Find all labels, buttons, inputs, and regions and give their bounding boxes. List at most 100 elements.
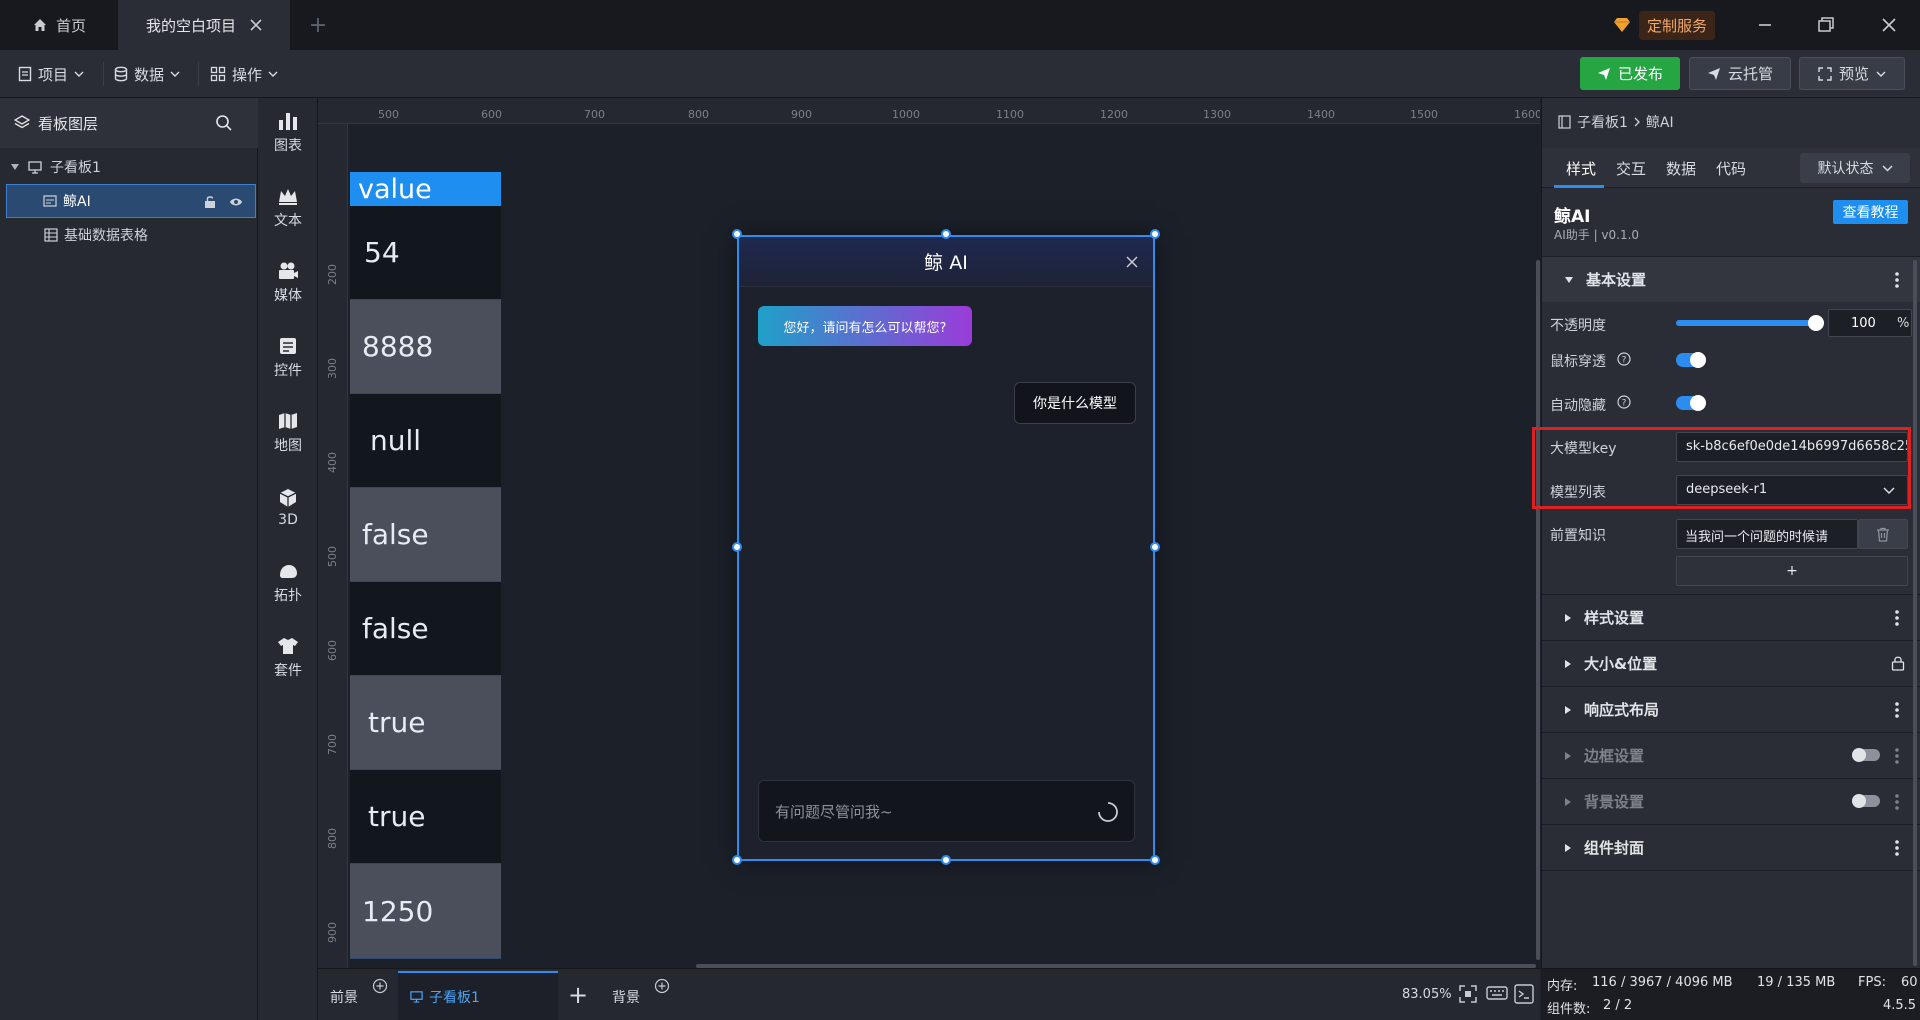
fit-screen-icon[interactable] [1458, 984, 1478, 1004]
layer-item-basic-table[interactable]: 基础数据表格 [6, 218, 256, 252]
model-key-label: 大模型key [1550, 441, 1617, 457]
background-toggle[interactable] [1852, 794, 1880, 808]
opacity-input[interactable]: 100 % [1828, 309, 1912, 337]
chat-input[interactable]: 有问题尽管问我~ [758, 780, 1135, 842]
section-border-settings[interactable]: 边框设置 [1542, 732, 1920, 778]
section-component-cover[interactable]: 组件封面 [1542, 824, 1920, 870]
eye-icon[interactable] [229, 196, 243, 208]
layer-item-subboard[interactable]: 子看板1 [6, 150, 256, 184]
cloud-host-button[interactable]: 云托管 [1689, 57, 1791, 90]
resize-handle[interactable] [941, 229, 951, 239]
component-bar: 图表 文本 媒体 控件 地图 3D 拓扑 套件 [258, 98, 318, 1020]
tab-project-label: 我的空白项目 [145, 16, 236, 35]
resize-handle[interactable] [732, 855, 742, 865]
add-board-button[interactable]: + [568, 981, 588, 1009]
border-toggle[interactable] [1852, 748, 1880, 762]
help-icon: ? [1617, 352, 1631, 366]
tab-project[interactable]: 我的空白项目 [118, 0, 290, 50]
resize-handle[interactable] [732, 542, 742, 552]
opacity-slider-knob[interactable] [1808, 315, 1824, 331]
component-chart[interactable]: 图表 [258, 98, 318, 168]
custom-service-label: 定制服务 [1639, 10, 1716, 40]
chart-icon [277, 111, 299, 131]
more-icon[interactable] [1895, 271, 1899, 289]
breadcrumb-parent[interactable]: 子看板1 [1577, 112, 1628, 132]
component-map[interactable]: 地图 [258, 398, 318, 468]
menu-project[interactable]: 项目 [18, 59, 84, 89]
menu-data[interactable]: 数据 [114, 59, 180, 89]
whale-ai-chat-widget[interactable]: 鲸 AI 您好，请问有怎么可以帮您? 你是什么模型 有问题尽管问我~ [737, 235, 1155, 861]
more-icon[interactable] [1895, 839, 1899, 857]
menu-operate[interactable]: 操作 [210, 59, 278, 89]
keyboard-icon[interactable] [1486, 985, 1508, 1001]
more-icon[interactable] [1895, 701, 1899, 719]
mouse-through-toggle[interactable] [1676, 352, 1706, 368]
section-basic-settings[interactable]: 基本设置 [1542, 256, 1920, 302]
vertical-scrollbar[interactable] [1536, 260, 1540, 960]
restore-icon[interactable] [1813, 12, 1839, 38]
caret-right-icon [1564, 797, 1572, 807]
caret-right-icon [1564, 613, 1572, 623]
tab-subboard[interactable]: 子看板1 [398, 971, 558, 1020]
caret-down-icon [1564, 276, 1574, 284]
section-responsive-layout[interactable]: 响应式布局 [1542, 686, 1920, 732]
prior-knowledge-input[interactable]: 当我问一个问题的时候请 [1676, 519, 1858, 549]
table-row: 1250 [350, 864, 501, 959]
add-knowledge-button[interactable]: + [1676, 556, 1908, 586]
resize-handle[interactable] [941, 855, 951, 865]
loading-icon [1097, 801, 1119, 823]
close-icon[interactable] [250, 19, 262, 31]
section-style-settings[interactable]: 样式设置 [1542, 594, 1920, 640]
tab-style[interactable]: 样式 [1566, 158, 1596, 179]
tutorial-button[interactable]: 查看教程 [1833, 200, 1908, 224]
minimize-icon[interactable] [1752, 12, 1778, 38]
table-row: 8888 [350, 300, 501, 394]
search-icon[interactable] [215, 114, 233, 132]
section-size-position[interactable]: 大小&位置 [1542, 640, 1920, 686]
published-button[interactable]: 已发布 [1580, 57, 1680, 90]
resize-handle[interactable] [1150, 229, 1160, 239]
props-scrollbar[interactable] [1913, 260, 1917, 966]
basic-data-table[interactable]: value 54 8888 null false false true true… [350, 172, 501, 959]
tab-code[interactable]: 代码 [1716, 158, 1746, 179]
terminal-icon[interactable] [1514, 984, 1534, 1004]
section-title: 响应式布局 [1584, 701, 1660, 719]
more-icon[interactable] [1895, 609, 1899, 627]
preview-button[interactable]: 预览 [1799, 57, 1905, 90]
layer-item-whale-ai[interactable]: 鲸AI [6, 184, 256, 218]
add-circle-icon[interactable] [654, 978, 670, 994]
close-icon[interactable] [1125, 255, 1139, 269]
window-close-icon[interactable] [1876, 12, 1902, 38]
component-topology[interactable]: 拓扑 [258, 548, 318, 618]
zoom-level[interactable]: 83.05% [1402, 987, 1452, 1002]
resize-handle[interactable] [1150, 855, 1160, 865]
unlock-icon[interactable] [203, 195, 217, 209]
component-3d[interactable]: 3D [258, 473, 318, 543]
state-select[interactable]: 默认状态 [1800, 153, 1910, 183]
section-background-settings[interactable]: 背景设置 [1542, 778, 1920, 824]
opacity-slider[interactable] [1676, 315, 1824, 331]
components-count-label: 组件数: [1547, 1002, 1591, 1017]
resize-handle[interactable] [1150, 542, 1160, 552]
tab-home[interactable]: 首页 [0, 0, 118, 50]
tab-data[interactable]: 数据 [1666, 158, 1696, 179]
tab-foreground[interactable]: 前景 [330, 987, 358, 1007]
tab-interaction[interactable]: 交互 [1616, 158, 1646, 179]
add-circle-icon[interactable] [372, 978, 388, 994]
custom-service-button[interactable]: 定制服务 [1613, 10, 1731, 40]
resize-handle[interactable] [732, 229, 742, 239]
add-tab-button[interactable]: + [300, 0, 336, 50]
more-icon[interactable] [1895, 747, 1899, 765]
component-control[interactable]: 控件 [258, 323, 318, 393]
component-text[interactable]: 文本 [258, 173, 318, 243]
tab-background[interactable]: 背景 [612, 987, 640, 1007]
delete-button[interactable] [1858, 519, 1908, 549]
fps-value: 60 [1901, 975, 1918, 990]
component-media[interactable]: 媒体 [258, 248, 318, 318]
more-icon[interactable] [1895, 793, 1899, 811]
component-suite[interactable]: 套件 [258, 623, 318, 693]
model-list-select[interactable]: deepseek-r1 [1676, 475, 1908, 505]
lock-icon[interactable] [1891, 655, 1905, 671]
auto-hide-toggle[interactable] [1676, 395, 1706, 411]
model-key-input[interactable]: sk-b8c6ef0e0de14b6997d6658c25 [1676, 432, 1908, 462]
